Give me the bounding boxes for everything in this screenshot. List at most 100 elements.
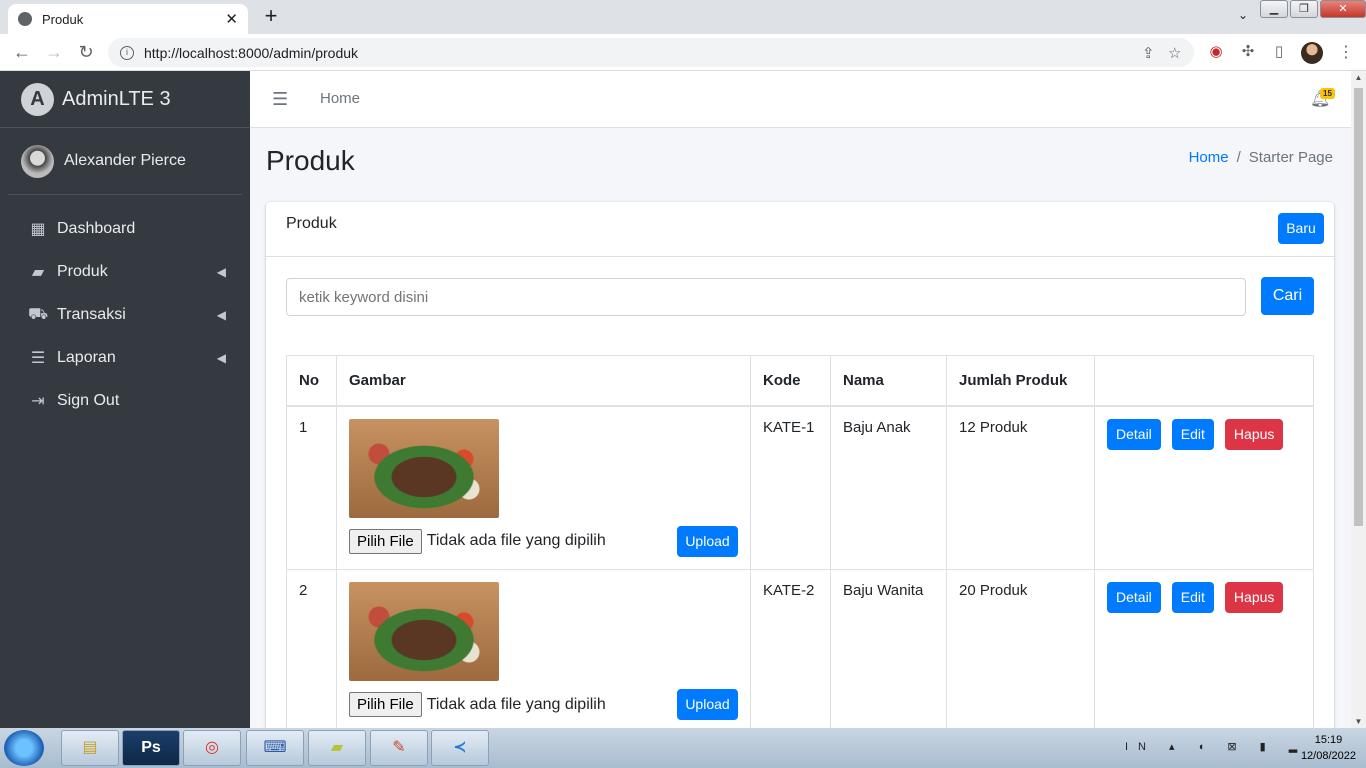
cell-gambar: Pilih File Tidak ada file yang dipilih U…: [336, 405, 751, 570]
cell-kode: KATE-1: [750, 405, 831, 570]
address-bar[interactable]: i http://localhost:8000/admin/produk ⇪ ☆: [108, 38, 1194, 67]
delete-button[interactable]: Hapus: [1224, 582, 1284, 613]
breadcrumb-current: Starter Page: [1248, 149, 1333, 166]
sidebar-item-label: Transaksi: [57, 305, 126, 323]
start-button[interactable]: [4, 730, 44, 766]
sign-out-icon: ⇥: [31, 392, 45, 410]
page-title: Produk: [266, 145, 355, 176]
sidebar-item-produk[interactable]: ▰ Produk ◀: [0, 250, 250, 293]
tab-title: Produk: [42, 11, 84, 27]
close-window-button[interactable]: ✕: [1320, 0, 1366, 18]
breadcrumb: Home / Starter Page: [1188, 149, 1333, 166]
explorer-taskbar-button[interactable]: ▤: [61, 730, 119, 766]
sidebar-nav: ▦ Dashboard ▰ Produk ◀ ⛟ Transaksi ◀ ☰ L…: [0, 195, 250, 422]
user-panel: Alexander Pierce: [8, 128, 242, 195]
cell-jumlah: 12 Produk: [946, 405, 1095, 570]
cart-icon: ⛟: [28, 305, 49, 323]
vscode-taskbar-button[interactable]: ≺: [431, 730, 489, 766]
sidebar-item-transaksi[interactable]: ⛟ Transaksi ◀: [0, 293, 250, 336]
maximize-button[interactable]: ❐: [1290, 0, 1318, 18]
cell-kode: KATE-2: [750, 569, 831, 728]
cell-nama: Baju Anak: [830, 405, 947, 570]
table-header-row: No Gambar Kode Nama Jumlah Produk: [286, 355, 1314, 407]
browser-tab[interactable]: Produk ✕: [8, 4, 248, 34]
upload-button[interactable]: Upload: [677, 525, 738, 557]
eye-extension-icon[interactable]: ◉: [1206, 42, 1226, 62]
minimize-button[interactable]: ▁: [1260, 0, 1288, 18]
close-tab-icon[interactable]: ✕: [225, 10, 238, 28]
window-controls: ▁ ❐ ✕: [1258, 0, 1366, 20]
column-header-gambar: Gambar: [336, 355, 751, 407]
puzzle-extension-icon[interactable]: ✣: [1238, 42, 1258, 62]
folder-open-icon: ▰: [31, 263, 45, 281]
brand-logo-icon: A: [21, 82, 54, 116]
brand-text: AdminLTE 3: [62, 87, 171, 110]
system-tray-icons[interactable]: IN ▴ ◖ ⊠ ▮ ▂: [1125, 740, 1307, 753]
choose-file-button[interactable]: Pilih File: [349, 692, 422, 717]
scroll-up-icon[interactable]: ▲: [1351, 73, 1366, 82]
chevron-down-icon[interactable]: ⌄: [1238, 8, 1248, 22]
scrollbar-thumb[interactable]: [1354, 88, 1363, 526]
sidebar-item-label: Sign Out: [57, 391, 120, 409]
chevron-left-icon: ◀: [216, 307, 226, 322]
navbar-home-link[interactable]: Home: [320, 90, 360, 107]
brand-link[interactable]: A AdminLTE 3: [0, 71, 250, 128]
user-name[interactable]: Alexander Pierce: [64, 152, 186, 170]
detail-button[interactable]: Detail: [1107, 418, 1161, 450]
sidebar-item-laporan[interactable]: ☰ Laporan ◀: [0, 336, 250, 379]
chrome-taskbar-button[interactable]: ◎: [183, 730, 241, 766]
edit-button[interactable]: Edit: [1171, 582, 1214, 613]
cell-nama: Baju Wanita: [830, 569, 947, 728]
breadcrumb-home-link[interactable]: Home: [1189, 149, 1229, 166]
product-image: [349, 582, 499, 681]
sticky-notes-taskbar-button[interactable]: ▰: [308, 730, 366, 766]
side-panel-icon[interactable]: ▯: [1269, 42, 1289, 62]
new-product-button[interactable]: Baru: [1278, 213, 1324, 244]
cell-gambar: Pilih File Tidak ada file yang dipilih U…: [336, 569, 751, 728]
more-menu-icon[interactable]: ⋮: [1336, 42, 1356, 62]
card-title: Produk: [286, 215, 337, 232]
column-header-no: No: [286, 355, 337, 407]
sidebar-item-label: Produk: [57, 262, 108, 280]
user-avatar: [21, 144, 54, 178]
sidebar-item-label: Dashboard: [57, 219, 136, 237]
cell-jumlah: 20 Produk: [946, 569, 1095, 728]
share-icon[interactable]: ⇪: [1142, 44, 1168, 62]
content-wrapper: Produk Home/Starter Page Produk Baru Car…: [250, 128, 1351, 728]
column-header-kode: Kode: [750, 355, 831, 407]
clock-time: 15:19: [1314, 734, 1343, 746]
edit-button[interactable]: Edit: [1171, 418, 1214, 450]
paint-taskbar-button[interactable]: ✎: [370, 730, 428, 766]
page-scrollbar[interactable]: ▲ ▼: [1351, 71, 1366, 728]
browser-toolbar: ← → ↻ i http://localhost:8000/admin/prod…: [0, 34, 1366, 71]
language-indicator[interactable]: IN: [1125, 741, 1156, 753]
search-button[interactable]: Cari: [1261, 277, 1314, 315]
browser-tab-strip: Produk ✕ + ⌄ ▁ ❐ ✕: [0, 0, 1366, 34]
upload-button[interactable]: Upload: [677, 689, 738, 720]
sidebar-item-dashboard[interactable]: ▦ Dashboard: [0, 207, 250, 250]
reload-icon[interactable]: ↻: [74, 40, 98, 64]
new-tab-button[interactable]: +: [258, 4, 284, 30]
keyboard-taskbar-button[interactable]: ⌨: [246, 730, 304, 766]
sidebar-item-sign-out[interactable]: ⇥ Sign Out: [0, 379, 250, 422]
column-header-jumlah: Jumlah Produk: [946, 355, 1095, 407]
globe-icon: [18, 12, 32, 26]
search-input[interactable]: [286, 278, 1246, 316]
bookmark-star-icon[interactable]: ☆: [1168, 44, 1194, 62]
column-header-actions: [1094, 355, 1314, 407]
table-row: 1 Pilih File Tidak ada file yang dipilih…: [286, 405, 1314, 570]
profile-avatar[interactable]: [1301, 42, 1323, 64]
detail-button[interactable]: Detail: [1107, 582, 1161, 613]
hamburger-menu-icon[interactable]: ☰: [272, 89, 288, 110]
top-navbar: ☰ Home 🔔︎ 15: [250, 71, 1351, 128]
product-image: [349, 418, 499, 518]
forward-icon[interactable]: →: [42, 40, 66, 64]
back-icon[interactable]: ←: [10, 40, 34, 64]
choose-file-button[interactable]: Pilih File: [349, 528, 422, 554]
cell-actions: Detail Edit Hapus: [1094, 405, 1314, 570]
clock[interactable]: 15:19 12/08/2022: [1301, 732, 1356, 764]
photoshop-taskbar-button[interactable]: Ps: [122, 730, 180, 766]
info-icon[interactable]: i: [120, 45, 134, 60]
scroll-down-icon[interactable]: ▼: [1351, 717, 1366, 726]
delete-button[interactable]: Hapus: [1224, 418, 1284, 450]
